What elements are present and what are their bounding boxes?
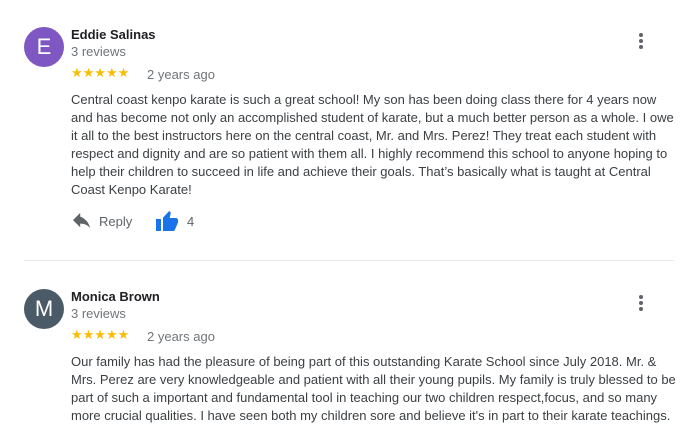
star-rating: ★★★★★ [71, 327, 130, 342]
review-count: 3 reviews [71, 306, 126, 321]
review-text: Central coast kenpo karate is such a gre… [71, 92, 674, 197]
reviewer-name[interactable]: Monica Brown [71, 289, 160, 304]
review-date: 2 years ago [147, 67, 215, 82]
review-count: 3 reviews [71, 44, 126, 59]
avatar-initial: E [36, 34, 52, 59]
reviewer-name[interactable]: Eddie Salinas [71, 27, 156, 42]
review-card: M Monica Brown 3 reviews ★★★★★ 2 years a… [0, 261, 682, 446]
more-options-icon[interactable] [632, 31, 650, 51]
star-rating: ★★★★★ [71, 65, 130, 80]
review-text: Our family has had the pleasure of being… [71, 354, 676, 423]
avatar[interactable]: E [24, 27, 64, 67]
like-button[interactable]: 4 [155, 209, 194, 233]
reply-label: Reply [99, 213, 133, 229]
more-options-icon[interactable] [632, 293, 650, 313]
thumbs-up-icon [156, 211, 178, 231]
avatar-initial: M [34, 296, 54, 321]
reply-button[interactable]: Reply [71, 209, 132, 233]
like-count: 4 [187, 213, 195, 229]
review-card: E Eddie Salinas 3 reviews ★★★★★ 2 years … [0, 0, 682, 260]
review-date: 2 years ago [147, 329, 215, 344]
reply-icon [73, 212, 91, 229]
avatar[interactable]: M [24, 289, 64, 329]
